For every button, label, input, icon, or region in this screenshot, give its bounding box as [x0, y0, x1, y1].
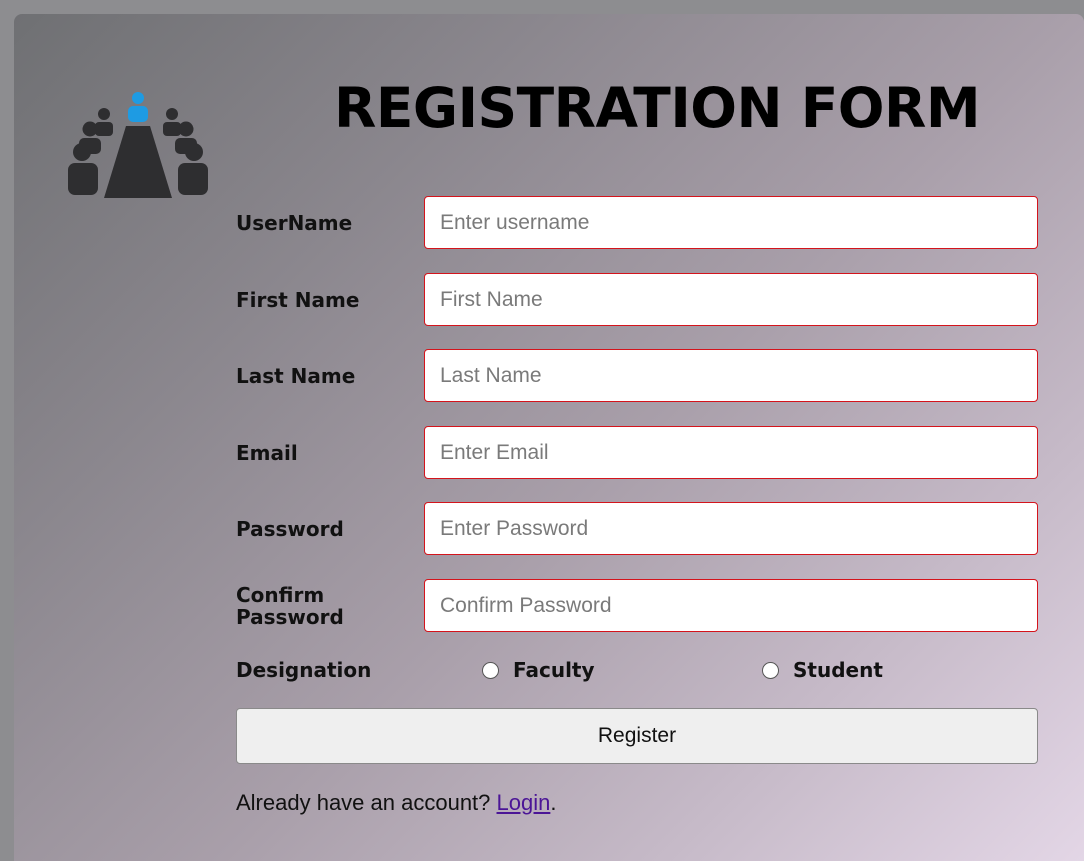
- login-prompt-text: Already have an account?: [236, 790, 497, 815]
- first-name-row: First Name: [236, 273, 1038, 327]
- faculty-radio-label: Faculty: [513, 658, 595, 682]
- login-link[interactable]: Login: [497, 790, 551, 815]
- username-label: UserName: [236, 211, 353, 235]
- login-prompt: Already have an account? Login.: [236, 790, 556, 816]
- page-background: REGISTRATION FORM UserName First Name La…: [0, 0, 1084, 861]
- confirm-password-input[interactable]: [424, 579, 1038, 632]
- login-prompt-suffix: .: [550, 790, 557, 815]
- email-input[interactable]: [424, 426, 1038, 479]
- student-radio[interactable]: [762, 661, 779, 679]
- last-name-row: Last Name: [236, 349, 1038, 403]
- email-row: Email: [236, 426, 1038, 480]
- password-input[interactable]: [424, 502, 1038, 555]
- designation-label: Designation: [236, 658, 372, 682]
- confirm-password-row: Confirm Password: [236, 579, 1038, 633]
- meeting-table-icon: [68, 92, 208, 198]
- confirm-password-label: Confirm Password: [236, 583, 344, 629]
- email-label: Email: [236, 441, 298, 465]
- first-name-input[interactable]: [424, 273, 1038, 326]
- last-name-input[interactable]: [424, 349, 1038, 402]
- password-label: Password: [236, 517, 344, 541]
- student-radio-label: Student: [793, 658, 883, 682]
- first-name-label: First Name: [236, 288, 360, 312]
- page-title: REGISTRATION FORM: [334, 76, 981, 140]
- designation-row: Designation Faculty Student: [236, 654, 1038, 688]
- registration-card: REGISTRATION FORM UserName First Name La…: [14, 14, 1084, 861]
- register-button[interactable]: Register: [236, 708, 1038, 764]
- username-row: UserName: [236, 196, 1038, 250]
- password-row: Password: [236, 502, 1038, 556]
- faculty-radio-option[interactable]: Faculty: [482, 658, 595, 682]
- username-input[interactable]: [424, 196, 1038, 249]
- faculty-radio[interactable]: [482, 661, 499, 679]
- last-name-label: Last Name: [236, 364, 356, 388]
- student-radio-option[interactable]: Student: [762, 658, 883, 682]
